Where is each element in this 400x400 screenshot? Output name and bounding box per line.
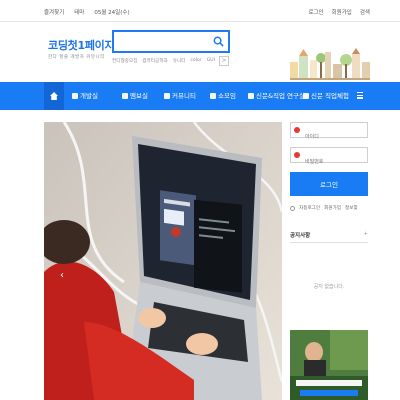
side-banner-ad[interactable] [290, 330, 368, 400]
keyword-item[interactable]: color [190, 58, 201, 64]
nav-item-info-room[interactable]: 멤보실 [122, 82, 148, 110]
nav-item-community[interactable]: 커뮤니티 [164, 82, 196, 110]
top-login-link[interactable]: 로그인 [308, 8, 323, 16]
login-options: 자동로그인 회원가입 정보찾 [290, 205, 368, 211]
password-field [290, 147, 368, 169]
slider-prev-icon[interactable]: ‹ [60, 270, 64, 281]
nav-item-label: 멤보실 [130, 92, 148, 100]
search-icon[interactable] [213, 36, 224, 47]
notice-empty-message: 공지 없습니다. [313, 284, 345, 290]
nav-item-news-job-lab[interactable]: 신문&직업 연구실 [248, 82, 305, 110]
keyword-item[interactable]: GUI [207, 58, 215, 64]
popular-keywords: 컨디형중모집 컴퓨터공학과 유니티 color GUI [112, 58, 215, 64]
nav-item-job-experience[interactable]: 신문 직업체험 [303, 82, 349, 110]
notice-more-button[interactable]: + [363, 231, 368, 237]
site-tagline: 한다 할줄 개발자 커뮤니티 [48, 55, 105, 60]
site-logo[interactable]: 코딩첫1페이지 [48, 37, 115, 53]
keyword-item[interactable]: 컴퓨터공학과 [142, 58, 167, 64]
bell-icon [210, 93, 216, 99]
nav-item-label: 개발실 [80, 92, 98, 100]
lock-icon [294, 152, 300, 158]
id-field [290, 122, 368, 144]
notice-title: 공지사항 [290, 233, 311, 239]
keyword-item[interactable]: 유니티 [173, 58, 186, 64]
laptop-photo [44, 122, 282, 400]
bookmark-link[interactable]: 즐겨찾기 [44, 8, 64, 16]
nav-item-label: 신문&직업 연구실 [256, 92, 305, 100]
theme-link[interactable]: 테마 [74, 8, 84, 16]
user-icon [294, 127, 300, 133]
banner-image [290, 330, 368, 400]
keyword-item[interactable]: 컨디형중모집 [112, 58, 137, 64]
nav-item-meetup[interactable]: 쇼모임 [210, 82, 236, 110]
login-button[interactable]: 로그인 [290, 172, 368, 196]
auto-login-checkbox[interactable] [290, 205, 295, 211]
main-nav: 개발실 멤보실 커뮤니티 쇼모임 신문&직업 연구실 신문 직업체험 [0, 82, 400, 110]
search-box [112, 30, 230, 56]
panel-signup-link[interactable]: 회원가입 [324, 205, 341, 211]
top-search-link[interactable]: 검색 [360, 8, 370, 16]
home-button[interactable] [44, 82, 64, 110]
book-icon [122, 93, 128, 99]
login-panel: 로그인 자동로그인 회원가입 정보찾 [290, 122, 368, 211]
user-icon [303, 93, 309, 99]
hamburger-menu-icon[interactable] [357, 92, 363, 100]
city-illustration [290, 48, 370, 80]
home-icon [50, 92, 58, 100]
search-input[interactable] [114, 36, 210, 56]
nav-item-label: 커뮤니티 [172, 92, 196, 100]
panel-find-link[interactable]: 정보찾 [345, 205, 358, 211]
top-utility-bar: 즐겨찾기 테마 05월 24일(수) 로그인 회원가입 검색 [0, 0, 400, 22]
date-display: 05월 24일(수) [94, 10, 130, 16]
top-signup-link[interactable]: 회원가입 [332, 8, 352, 16]
newspaper-icon [248, 93, 254, 99]
nav-item-label: 쇼모임 [218, 92, 236, 100]
notice-header: 공지사항 + [290, 231, 368, 243]
nav-item-dev-room[interactable]: 개발실 [72, 82, 98, 110]
id-input[interactable] [305, 130, 365, 144]
password-input[interactable] [305, 155, 365, 169]
nav-item-label: 신문 직업체험 [311, 92, 349, 100]
chat-icon [164, 93, 170, 99]
graduation-icon [72, 93, 78, 99]
auto-login-label[interactable]: 자동로그인 [299, 205, 320, 211]
keywords-next-button[interactable]: > [219, 56, 229, 66]
hero-slider-image[interactable] [44, 122, 282, 400]
